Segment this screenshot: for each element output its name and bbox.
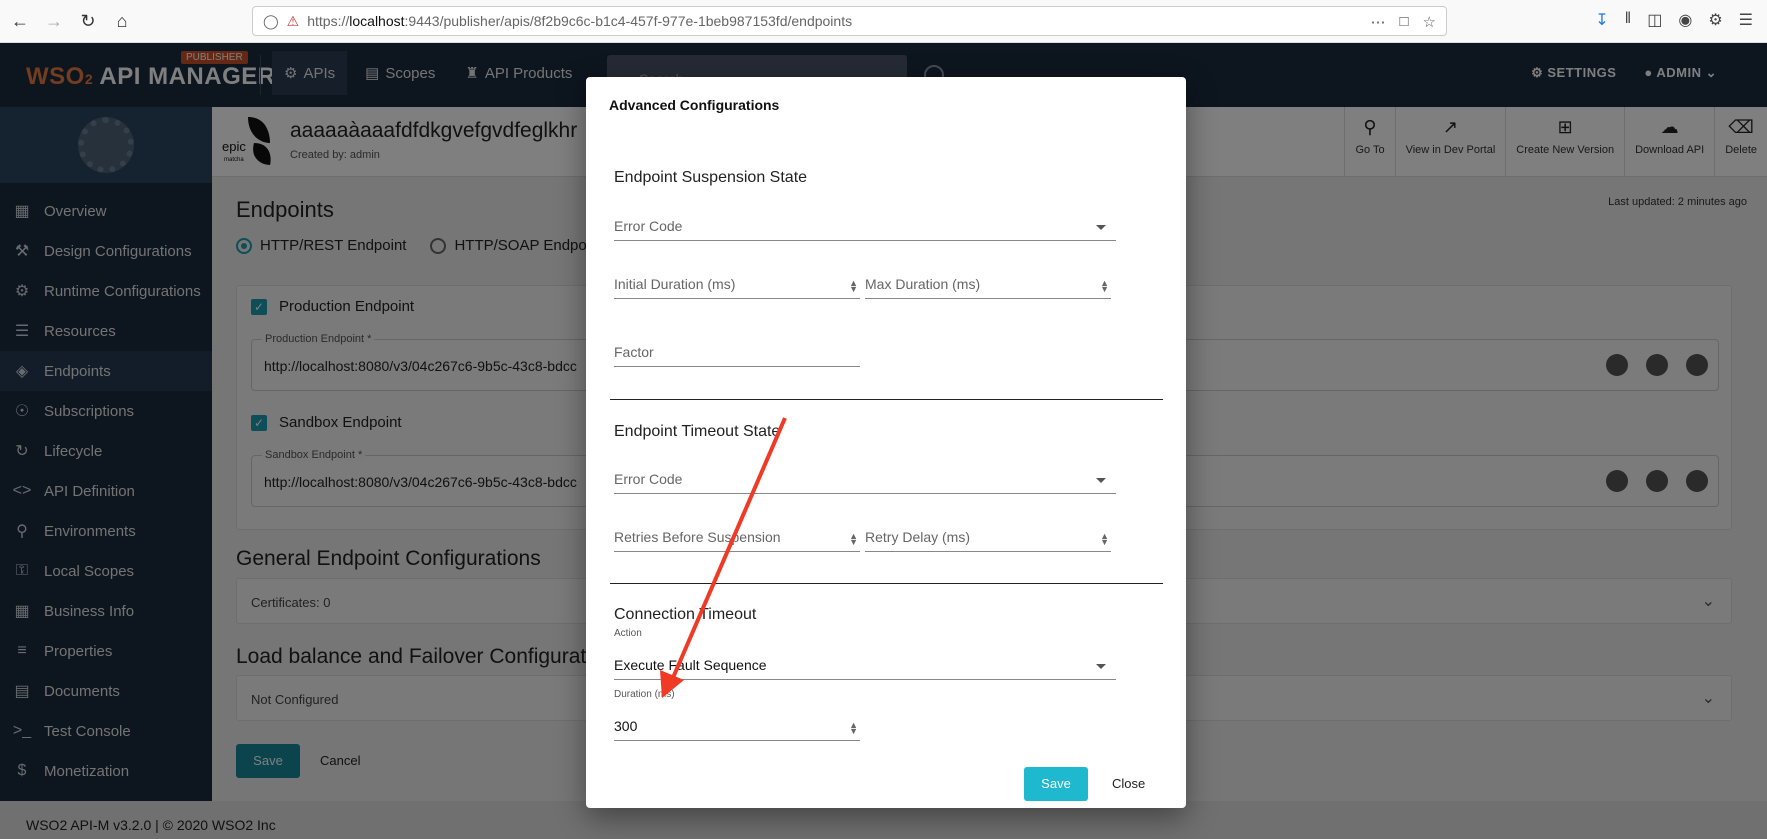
action-select[interactable]: Action Execute Fault Sequence	[614, 628, 1116, 680]
download-icon[interactable]: ↧	[1595, 10, 1608, 30]
library-icon[interactable]: ‖	[1625, 10, 1632, 30]
dropdown-caret-icon	[1096, 664, 1106, 669]
factor-input[interactable]: Factor	[614, 333, 860, 367]
advanced-config-dialog: Advanced Configurations Endpoint Suspens…	[586, 77, 1186, 808]
spinner-icon[interactable]: ▲ ▼	[849, 721, 858, 736]
url-text: https://localhost:9443/publisher/apis/8f…	[307, 13, 853, 29]
sidebar-toggle-icon[interactable]: ◫	[1647, 10, 1662, 30]
account-icon[interactable]: ◉	[1678, 10, 1692, 30]
dropdown-caret-icon	[1096, 478, 1106, 483]
spinner-icon[interactable]: ▲ ▼	[1100, 532, 1109, 547]
spinner-icon[interactable]: ▲ ▼	[1100, 279, 1109, 294]
menu-icon[interactable]: ☰	[1739, 10, 1753, 30]
timeout-title: Endpoint Timeout State	[614, 423, 781, 440]
duration-input[interactable]: Duration (ms) 300 ▲ ▼	[614, 689, 860, 741]
extension-icon[interactable]: ⚙	[1708, 10, 1722, 30]
home-icon[interactable]: ⌂	[108, 7, 136, 35]
dialog-close-button[interactable]: Close	[1112, 767, 1145, 801]
address-bar[interactable]: ◯ ⚠ https://localhost:9443/publisher/api…	[252, 6, 1447, 36]
section-divider	[610, 399, 1163, 400]
suspension-title: Endpoint Suspension State	[614, 169, 808, 186]
timeout-error-code-select[interactable]: Error Code	[614, 460, 1116, 494]
connection-timeout-title: Connection Timeout	[614, 606, 757, 623]
forward-icon[interactable]: →	[40, 7, 68, 35]
suspension-error-code-select[interactable]: Error Code	[614, 207, 1116, 241]
max-duration-input[interactable]: Max Duration (ms) ▲ ▼	[865, 265, 1111, 299]
spinner-icon[interactable]: ▲ ▼	[849, 532, 858, 547]
browser-toolbar: ← → ↻ ⌂ ◯ ⚠ https://localhost:9443/publi…	[0, 0, 1767, 43]
spinner-icon[interactable]: ▲ ▼	[849, 279, 858, 294]
pocket-icon[interactable]: □	[1399, 13, 1408, 31]
section-divider	[610, 583, 1163, 584]
dropdown-caret-icon	[1096, 225, 1106, 230]
dialog-title: Advanced Configurations	[609, 97, 780, 113]
initial-duration-input[interactable]: Initial Duration (ms) ▲ ▼	[614, 265, 860, 299]
more-icon[interactable]: ⋯	[1370, 13, 1385, 31]
retry-delay-input[interactable]: Retry Delay (ms) ▲ ▼	[865, 518, 1111, 552]
retries-before-suspension-input[interactable]: Retries Before Suspension ▲ ▼	[614, 518, 860, 552]
back-icon[interactable]: ←	[6, 7, 34, 35]
shield-icon: ◯	[263, 12, 279, 29]
reload-icon[interactable]: ↻	[74, 7, 102, 35]
dialog-save-button[interactable]: Save	[1024, 767, 1088, 801]
lock-warning-icon: ⚠	[286, 12, 300, 29]
bookmark-star-icon[interactable]: ☆	[1423, 13, 1436, 31]
